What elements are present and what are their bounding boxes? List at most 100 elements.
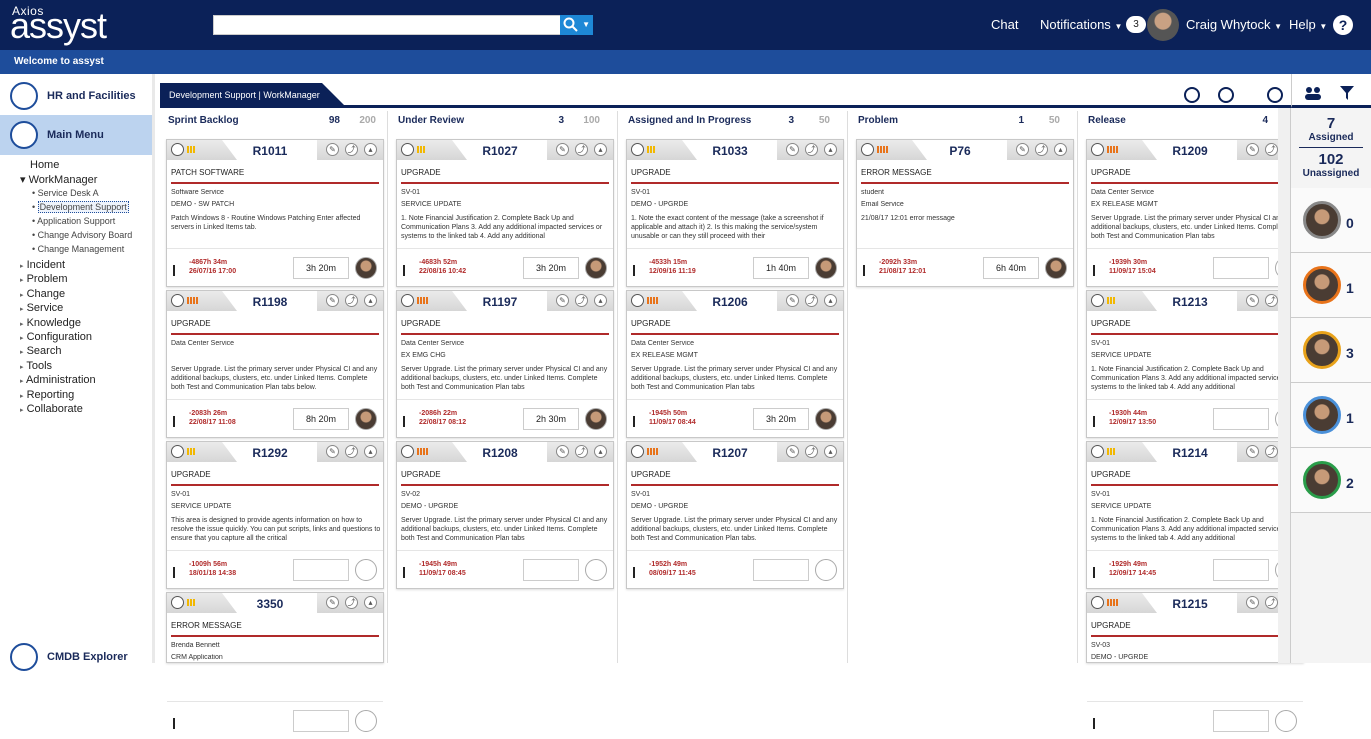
card-reference[interactable]: R1027 [455, 144, 545, 158]
card-reference[interactable]: R1292 [225, 446, 315, 460]
assign-icon[interactable]: ⤴ [345, 294, 358, 307]
duration-box[interactable]: 3h 20m [523, 257, 579, 279]
agent-row[interactable]: 2 [1291, 448, 1371, 513]
sidebar-item-1[interactable]: ▸ Problem [20, 273, 68, 285]
task-card[interactable]: R1208 ✎ ⤴ ▴ UPGRADE SV-02 DEMO - UPGRDE Server … [396, 441, 614, 589]
tree-sub-0[interactable]: • Service Desk A [32, 188, 99, 198]
duration-box[interactable]: 6h 40m [983, 257, 1039, 279]
agent-avatar[interactable] [1303, 266, 1341, 304]
collapse-icon[interactable]: ▴ [364, 294, 377, 307]
edit-icon[interactable]: ✎ [556, 445, 569, 458]
sidebar-item-5[interactable]: ▸ Configuration [20, 331, 92, 343]
edit-icon[interactable]: ✎ [1246, 596, 1259, 609]
assignee-avatar[interactable] [355, 408, 377, 430]
duration-box[interactable]: 3h 20m [293, 257, 349, 279]
edit-icon[interactable]: ✎ [326, 596, 339, 609]
assignee-avatar[interactable] [355, 257, 377, 279]
sidebar-item-0[interactable]: ▸ Incident [20, 259, 65, 271]
assign-icon[interactable]: ⤴ [575, 294, 588, 307]
filter-icon[interactable] [1339, 85, 1355, 101]
card-reference[interactable]: 3350 [225, 597, 315, 611]
column-header-3[interactable]: Problem 1 50 [850, 111, 1072, 129]
duration-box[interactable]: 1h 40m [753, 257, 809, 279]
edit-icon[interactable]: ✎ [326, 143, 339, 156]
assign-icon[interactable]: ⤴ [805, 445, 818, 458]
duration-box[interactable]: 8h 20m [293, 408, 349, 430]
assignee-avatar[interactable] [585, 559, 607, 581]
chat-link[interactable]: Chat [991, 17, 1018, 32]
edit-icon[interactable]: ✎ [1246, 294, 1259, 307]
tree-home[interactable]: Home [30, 159, 59, 171]
tree-sub-4[interactable]: • Change Management [32, 244, 124, 254]
assignee-avatar[interactable] [815, 559, 837, 581]
agent-avatar[interactable] [1303, 201, 1341, 239]
duration-box[interactable] [523, 559, 579, 581]
task-card[interactable]: R1209✎⤴▴UPGRADEData Center ServiceEX REL… [1086, 139, 1304, 287]
duration-box[interactable] [1213, 408, 1269, 430]
assign-icon[interactable]: ⤴ [1035, 143, 1048, 156]
collapse-icon[interactable]: ▴ [594, 445, 607, 458]
card-reference[interactable]: R1208 [455, 446, 545, 460]
card-reference[interactable]: R1011 [225, 144, 315, 158]
edit-icon[interactable]: ✎ [326, 445, 339, 458]
assign-icon[interactable]: ⤴ [805, 294, 818, 307]
card-reference[interactable]: R1207 [685, 446, 775, 460]
team-icon[interactable] [1304, 86, 1322, 100]
task-card[interactable]: R1198 ✎ ⤴ ▴ UPGRADE Data Center Service Server… [166, 290, 384, 438]
assignee-avatar[interactable] [585, 408, 607, 430]
collapse-icon[interactable]: ▴ [1054, 143, 1067, 156]
hr-facilities-button[interactable]: HR and Facilities [0, 76, 152, 116]
edit-icon[interactable]: ✎ [786, 445, 799, 458]
card-reference[interactable]: R1197 [455, 295, 545, 309]
collapse-icon[interactable]: ▴ [824, 143, 837, 156]
assign-icon[interactable]: ⤴ [1265, 596, 1278, 609]
column-header-1[interactable]: Under Review 3 100 [390, 111, 612, 129]
edit-icon[interactable]: ✎ [326, 294, 339, 307]
assign-icon[interactable]: ⤴ [1265, 445, 1278, 458]
agent-row[interactable]: 1 [1291, 253, 1371, 318]
task-card[interactable]: 3350 ✎ ⤴ ▴ ERROR MESSAGE Brenda Bennett CRM Ap… [166, 592, 384, 732]
sidebar-item-3[interactable]: ▸ Service [20, 302, 63, 314]
collapse-icon[interactable]: ▴ [824, 445, 837, 458]
card-reference[interactable]: R1198 [225, 295, 315, 309]
tree-sub-3[interactable]: • Change Advisory Board [32, 230, 132, 240]
edit-icon[interactable]: ✎ [786, 143, 799, 156]
assignee-avatar[interactable] [1045, 257, 1067, 279]
duration-box[interactable] [1213, 710, 1269, 732]
user-menu[interactable]: Craig Whytock ▼ [1186, 17, 1282, 32]
assign-icon[interactable]: ⤴ [575, 445, 588, 458]
card-reference[interactable]: R1209 [1145, 144, 1235, 158]
cmdb-explorer-button[interactable]: CMDB Explorer [0, 637, 152, 677]
card-reference[interactable]: P76 [915, 144, 1005, 158]
duration-box[interactable] [753, 559, 809, 581]
card-reference[interactable]: R1214 [1145, 446, 1235, 460]
task-card[interactable]: P76 ✎ ⤴ ▴ ERROR MESSAGE student Email Service 2… [856, 139, 1074, 287]
duration-box[interactable]: 3h 20m [753, 408, 809, 430]
edit-icon[interactable]: ✎ [1246, 143, 1259, 156]
task-card[interactable]: R1213✎⤴▴UPGRADESV-01SERVICE UPDATE1. Not… [1086, 290, 1304, 438]
agent-row[interactable]: 1 [1291, 383, 1371, 448]
duration-box[interactable]: 2h 30m [523, 408, 579, 430]
assignee-avatar[interactable] [815, 257, 837, 279]
edit-icon[interactable]: ✎ [786, 294, 799, 307]
card-reference[interactable]: R1213 [1145, 295, 1235, 309]
sidebar-item-9[interactable]: ▸ Reporting [20, 389, 74, 401]
assign-icon[interactable]: ⤴ [345, 596, 358, 609]
search-button[interactable]: ▼ [560, 15, 593, 35]
task-card[interactable]: R1197 ✎ ⤴ ▴ UPGRADE Data Center Service EX EMG… [396, 290, 614, 438]
assignee-avatar[interactable] [355, 559, 377, 581]
assignee-avatar[interactable] [1275, 710, 1297, 732]
edit-icon[interactable]: ✎ [1016, 143, 1029, 156]
assign-icon[interactable]: ⤴ [1265, 294, 1278, 307]
assignee-avatar[interactable] [585, 257, 607, 279]
sidebar-item-8[interactable]: ▸ Administration [20, 374, 96, 386]
card-reference[interactable]: R1206 [685, 295, 775, 309]
sidebar-item-10[interactable]: ▸ Collaborate [20, 403, 83, 415]
task-card[interactable]: R1292 ✎ ⤴ ▴ UPGRADE SV-01 SERVICE UPDATE This a… [166, 441, 384, 589]
vertical-scrollbar[interactable] [1278, 108, 1290, 663]
agent-avatar[interactable] [1303, 396, 1341, 434]
help-menu[interactable]: Help ▼ [1289, 17, 1327, 32]
agent-row[interactable]: 0 [1291, 188, 1371, 253]
assignee-avatar[interactable] [815, 408, 837, 430]
edit-icon[interactable]: ✎ [1246, 445, 1259, 458]
